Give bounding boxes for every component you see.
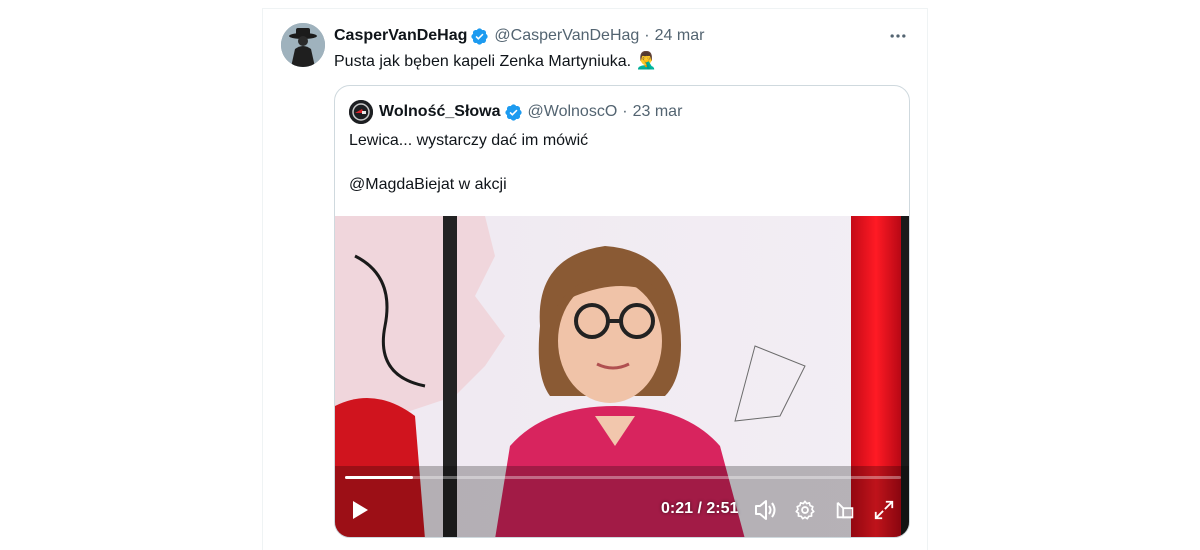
- quoted-tweet-date[interactable]: 23 mar: [633, 103, 683, 121]
- facepalm-emoji: 🤦‍♂️: [635, 51, 657, 70]
- quoted-text-line-2: @MagdaBiejat w akcji: [349, 176, 507, 193]
- dock-video-icon[interactable]: [830, 492, 860, 528]
- quoted-author-handle[interactable]: @WolnoscO: [528, 103, 618, 121]
- tweet-text: Pusta jak bęben kapeli Zenka Martyniuka.…: [334, 50, 657, 73]
- tweet-card[interactable]: CasperVanDeHag @CasperVanDeHag · 24 mar …: [262, 8, 928, 550]
- settings-gear-icon[interactable]: [790, 492, 820, 528]
- quoted-author-name[interactable]: Wolność_Słowa: [379, 103, 501, 121]
- author-name[interactable]: CasperVanDeHag: [334, 27, 467, 45]
- separator-dot: ·: [622, 103, 628, 120]
- video-progress-bar[interactable]: [345, 476, 901, 479]
- author-handle[interactable]: @CasperVanDeHag: [494, 27, 639, 45]
- fullscreen-icon[interactable]: [869, 492, 899, 528]
- quoted-tweet-header: Wolność_Słowa @WolnoscO · 23 mar: [379, 100, 682, 124]
- volume-icon[interactable]: [751, 492, 781, 528]
- verified-badge-icon: [471, 27, 489, 45]
- quoted-author-avatar[interactable]: [349, 100, 373, 124]
- more-horizontal-icon[interactable]: [887, 25, 909, 47]
- quoted-text-line-1: Lewica... wystarczy dać im mówić: [349, 132, 589, 149]
- play-icon[interactable]: [345, 492, 375, 528]
- video-time: 0:21 / 2:51: [661, 500, 739, 517]
- tweet-text-body: Pusta jak bęben kapeli Zenka Martyniuka.: [334, 53, 632, 70]
- video-progress-fill: [345, 476, 414, 479]
- separator-dot: ·: [644, 27, 650, 44]
- verified-badge-icon: [504, 103, 522, 121]
- video-controls: 0:21 / 2:51: [335, 492, 909, 532]
- video-frame: [335, 216, 909, 537]
- tweet-header: CasperVanDeHag @CasperVanDeHag · 24 mar: [334, 25, 704, 47]
- quoted-tweet[interactable]: Wolność_Słowa @WolnoscO · 23 mar Lewica.…: [334, 85, 910, 538]
- video-player[interactable]: 0:21 / 2:51: [335, 216, 909, 537]
- author-avatar[interactable]: [281, 23, 325, 67]
- quoted-tweet-text: Lewica... wystarczy dać im mówić @MagdaB…: [349, 130, 588, 196]
- tweet-date[interactable]: 24 mar: [655, 27, 705, 45]
